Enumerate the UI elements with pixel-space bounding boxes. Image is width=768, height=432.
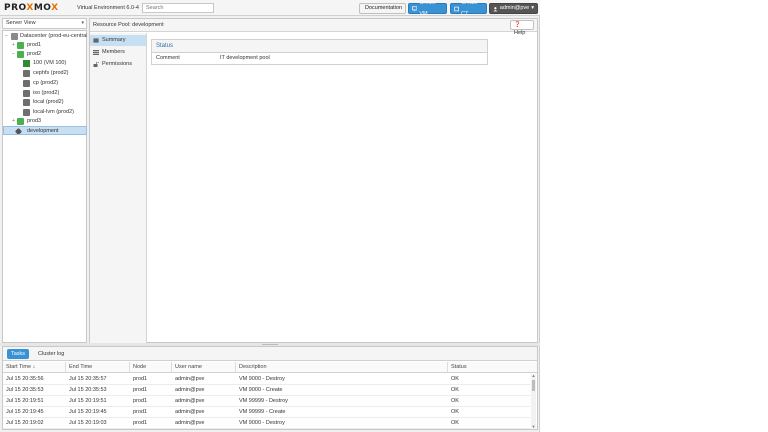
pool-subnav: Summary Members Permissions: [90, 33, 147, 343]
col-start-time[interactable]: Start Time ↓: [3, 362, 66, 373]
proxmox-app: PROXMOX Virtual Environment 6.0-4 Docume…: [0, 0, 540, 432]
book-icon: [93, 38, 99, 43]
cube-icon: [454, 6, 459, 11]
task-log-panel: Tasks Cluster log Start Time ↓ End Time …: [2, 346, 538, 430]
list-icon: [93, 50, 99, 55]
storage-icon: [23, 109, 30, 116]
tree-item-prod3[interactable]: + prod3: [3, 117, 87, 126]
tree-item-development[interactable]: development: [3, 126, 87, 135]
splitter-grip[interactable]: [262, 344, 278, 345]
nav-members[interactable]: Members: [90, 47, 146, 58]
storage-icon: [23, 99, 30, 106]
documentation-button[interactable]: Documentation: [359, 3, 406, 14]
table-row[interactable]: Jul 15 20:19:45 Jul 15 20:19:45 prod1 ad…: [3, 407, 530, 418]
tree-item-local[interactable]: local (prod2): [3, 98, 87, 107]
status-panel: Status Comment IT development pool: [151, 39, 488, 65]
question-icon: ❓: [514, 22, 521, 28]
server-view-select[interactable]: Server View ▾: [2, 18, 87, 29]
version-label: Virtual Environment 6.0-4: [77, 5, 139, 11]
col-user-name[interactable]: User name: [172, 362, 236, 373]
tags-icon: [14, 127, 23, 134]
collapse-icon[interactable]: –: [5, 32, 10, 41]
comment-key: Comment: [156, 55, 180, 61]
monitor-icon: [412, 5, 418, 11]
chevron-down-icon: ▾: [531, 5, 534, 11]
user-icon: [493, 6, 498, 11]
datacenter-icon: [11, 33, 18, 40]
col-node[interactable]: Node: [130, 362, 172, 373]
storage-icon: [23, 80, 30, 87]
tree-item-cp[interactable]: cp (prod2): [3, 79, 87, 88]
user-menu-button[interactable]: admin@pve ▾: [489, 3, 538, 14]
tree-item-local-lvm[interactable]: local-lvm (prod2): [3, 108, 87, 117]
help-button[interactable]: ❓ Help: [510, 20, 534, 36]
nav-summary[interactable]: Summary: [90, 35, 146, 46]
tree-item-vm100[interactable]: 100 (VM 100): [3, 59, 87, 68]
tab-cluster-log[interactable]: Cluster log: [34, 349, 68, 359]
scroll-thumb[interactable]: [532, 380, 535, 391]
page-title: Resource Pool: development: [93, 22, 164, 28]
tree-item-prod2[interactable]: – prod2: [3, 50, 87, 59]
storage-icon: [23, 90, 30, 97]
task-table-header: Start Time ↓ End Time Node User name Des…: [3, 362, 537, 373]
create-vm-button[interactable]: Create VM: [408, 0, 447, 17]
create-ct-button[interactable]: Create CT: [450, 0, 487, 17]
status-row-comment: Comment IT development pool: [152, 53, 487, 64]
task-scrollbar[interactable]: ▲ ▼: [531, 374, 536, 429]
proxmox-logo: PROXMOX: [4, 3, 59, 13]
tab-tasks[interactable]: Tasks: [7, 349, 30, 359]
status-header: Status: [152, 40, 487, 53]
page-title-bar: Resource Pool: development ❓ Help: [90, 19, 537, 36]
tree-item-prod1[interactable]: + prod1: [3, 41, 87, 50]
col-status[interactable]: Status: [448, 362, 537, 373]
node-icon: [17, 42, 24, 49]
top-header: PROXMOX Virtual Environment 6.0-4 Docume…: [0, 0, 540, 17]
nav-permissions[interactable]: Permissions: [90, 59, 146, 70]
unlock-icon: [93, 62, 99, 67]
scroll-down-icon[interactable]: ▼: [531, 425, 536, 429]
resource-tree: – Datacenter (prod-eu-central) + prod1 –…: [2, 30, 87, 343]
table-row[interactable]: Jul 15 20:19:51 Jul 15 20:19:51 prod1 ad…: [3, 396, 530, 407]
tree-item-iso[interactable]: iso (prod2): [3, 89, 87, 98]
table-row[interactable]: Jul 15 20:19:02 Jul 15 20:19:03 prod1 ad…: [3, 418, 530, 429]
task-tabbar: Tasks Cluster log: [3, 347, 537, 361]
tree-item-datacenter[interactable]: – Datacenter (prod-eu-central): [3, 32, 87, 41]
storage-icon: [23, 70, 30, 77]
node-icon: [17, 51, 24, 58]
col-description[interactable]: Description: [236, 362, 448, 373]
tree-item-cephfs[interactable]: cephfs (prod2): [3, 69, 87, 78]
content-panel: Resource Pool: development ❓ Help Summar…: [89, 18, 538, 343]
scroll-up-icon[interactable]: ▲: [531, 374, 536, 378]
table-row[interactable]: Jul 15 20:35:53 Jul 15 20:35:53 prod1 ad…: [3, 385, 530, 396]
col-end-time[interactable]: End Time: [66, 362, 130, 373]
chevron-down-icon: ▾: [81, 20, 84, 26]
node-icon: [17, 118, 24, 125]
vm-icon: [23, 60, 30, 67]
comment-value: IT development pool: [220, 55, 270, 61]
table-row[interactable]: Jul 15 20:35:56 Jul 15 20:35:57 prod1 ad…: [3, 374, 530, 385]
search-input[interactable]: [142, 3, 214, 13]
